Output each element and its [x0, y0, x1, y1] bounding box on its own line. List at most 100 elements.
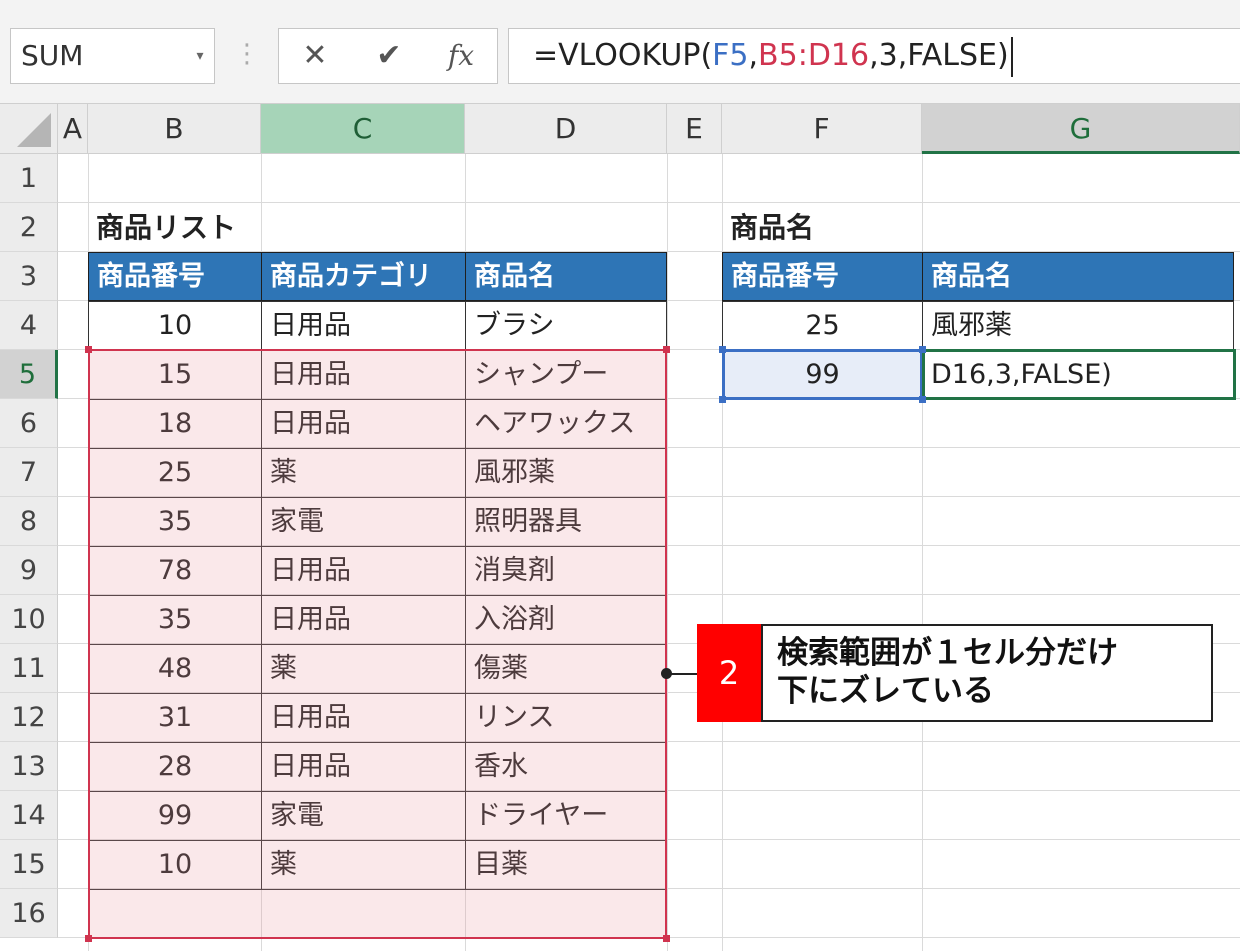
callout-line-2: 下にズレている [777, 673, 994, 709]
product-category-cell[interactable]: 日用品 [261, 350, 466, 400]
formula-part: F5 [712, 38, 749, 73]
lookup-cell-g4[interactable]: 風邪薬 [922, 301, 1234, 350]
callout-number-badge: 2 [697, 624, 761, 722]
lookup-header-number[interactable]: 商品番号 [722, 252, 923, 301]
product-category-cell[interactable]: 日用品 [261, 399, 466, 449]
lookup-cell-f5[interactable]: 99 [722, 349, 923, 400]
product-category-cell[interactable]: 日用品 [261, 595, 466, 645]
product-number-cell[interactable]: 15 [88, 350, 262, 400]
column-header-d[interactable]: D [465, 104, 667, 154]
product-number-cell[interactable]: 48 [88, 644, 262, 694]
lookup-title: 商品名 [730, 211, 815, 244]
product-number-cell[interactable]: 35 [88, 595, 262, 645]
row-header-15[interactable]: 15 [0, 840, 58, 889]
lookup-cell-f4[interactable]: 25 [722, 301, 923, 350]
product-name-cell[interactable]: 傷薬 [465, 644, 667, 694]
row-header-4[interactable]: 4 [0, 301, 58, 350]
product-name-cell[interactable]: 入浴剤 [465, 595, 667, 645]
product-name-cell[interactable]: シャンプー [465, 350, 667, 400]
range-handle[interactable] [663, 935, 670, 942]
range-handle[interactable] [919, 396, 926, 403]
formula-part: ,3,FALSE) [869, 38, 1009, 73]
formula-part: =VLOOKUP( [533, 38, 713, 73]
row-header-1[interactable]: 1 [0, 154, 58, 203]
product-number-cell[interactable]: 10 [88, 840, 262, 890]
row-header-5[interactable]: 5 [0, 350, 58, 399]
range-handle[interactable] [85, 935, 92, 942]
lookup-cell-g5[interactable]: D16,3,FALSE) [922, 349, 1236, 400]
product-category-cell[interactable]: 日用品 [261, 546, 466, 596]
close-icon[interactable]: ✕ [290, 28, 340, 84]
formula-input[interactable]: =VLOOKUP(F5,B5:D16,3,FALSE) [508, 28, 1240, 84]
row-header-7[interactable]: 7 [0, 448, 58, 497]
product-number-cell[interactable]: 25 [88, 448, 262, 498]
check-icon[interactable]: ✔ [364, 28, 414, 84]
range-handle[interactable] [919, 346, 926, 353]
select-all-icon [17, 113, 51, 147]
name-box[interactable]: SUM [10, 28, 215, 84]
row-header-8[interactable]: 8 [0, 497, 58, 546]
callout-dot [661, 668, 672, 679]
row-header-9[interactable]: 9 [0, 546, 58, 595]
row-header-12[interactable]: 12 [0, 693, 58, 742]
product-header-category[interactable]: 商品カテゴリ [261, 252, 466, 301]
product-category-cell[interactable]: 薬 [261, 448, 466, 498]
product-category-cell[interactable]: 日用品 [261, 693, 466, 743]
grid-line [58, 937, 1240, 938]
row-header-3[interactable]: 3 [0, 252, 58, 301]
product-header-name[interactable]: 商品名 [465, 252, 667, 301]
callout-text-box: 検索範囲が１セル分だけ 下にズレている [761, 624, 1213, 722]
name-box-dropdown-icon[interactable]: ▾ [190, 28, 210, 84]
product-category-cell[interactable]: 日用品 [261, 742, 466, 792]
range-handle[interactable] [719, 396, 726, 403]
column-header-g[interactable]: G [922, 104, 1240, 154]
row-header-2[interactable]: 2 [0, 203, 58, 252]
range-handle[interactable] [663, 346, 670, 353]
column-header-c[interactable]: C [261, 104, 465, 154]
product-category-cell[interactable]: 薬 [261, 644, 466, 694]
fx-icon[interactable]: fx [436, 28, 486, 84]
product-number-cell[interactable]: 31 [88, 693, 262, 743]
product-name-cell[interactable]: ドライヤー [465, 791, 667, 841]
column-header-a[interactable]: A [58, 104, 88, 154]
product-number-cell[interactable]: 35 [88, 497, 262, 547]
formula-text: =VLOOKUP(F5,B5:D16,3,FALSE) [533, 38, 1009, 73]
product-number-cell[interactable]: 78 [88, 546, 262, 596]
column-header-b[interactable]: B [88, 104, 261, 154]
formula-part: B5:D16 [758, 38, 870, 73]
product-name-cell[interactable]: ブラシ [465, 301, 667, 351]
product-number-cell[interactable]: 99 [88, 791, 262, 841]
row-header-11[interactable]: 11 [0, 644, 58, 693]
callout-line-1: 検索範囲が１セル分だけ [777, 635, 1118, 671]
column-header-f[interactable]: F [722, 104, 922, 154]
product-number-cell[interactable]: 18 [88, 399, 262, 449]
row-header-14[interactable]: 14 [0, 791, 58, 840]
product-name-cell[interactable]: ヘアワックス [465, 399, 667, 449]
product-name-cell[interactable]: 香水 [465, 742, 667, 792]
product-name-cell[interactable]: 照明器具 [465, 497, 667, 547]
select-all-corner[interactable] [0, 104, 58, 154]
product-category-cell[interactable]: 薬 [261, 840, 466, 890]
product-list-title: 商品リスト [96, 211, 237, 244]
text-caret [1010, 36, 1013, 77]
formula-part: , [748, 38, 759, 73]
product-category-cell[interactable]: 家電 [261, 791, 466, 841]
product-number-cell[interactable]: 28 [88, 742, 262, 792]
column-header-e[interactable]: E [667, 104, 722, 154]
product-name-cell[interactable]: 目薬 [465, 840, 667, 890]
product-name-cell[interactable]: 風邪薬 [465, 448, 667, 498]
range-handle[interactable] [85, 346, 92, 353]
row-header-16[interactable]: 16 [0, 889, 58, 938]
product-number-cell[interactable]: 10 [88, 301, 262, 351]
range-handle[interactable] [719, 346, 726, 353]
product-name-cell[interactable]: 消臭剤 [465, 546, 667, 596]
product-header-number[interactable]: 商品番号 [88, 252, 262, 301]
product-name-cell[interactable]: リンス [465, 693, 667, 743]
row-header-13[interactable]: 13 [0, 742, 58, 791]
product-category-cell[interactable]: 日用品 [261, 301, 466, 351]
lookup-header-name[interactable]: 商品名 [922, 252, 1234, 301]
product-category-cell[interactable]: 家電 [261, 497, 466, 547]
grid-line [667, 154, 668, 951]
row-header-6[interactable]: 6 [0, 399, 58, 448]
row-header-10[interactable]: 10 [0, 595, 58, 644]
